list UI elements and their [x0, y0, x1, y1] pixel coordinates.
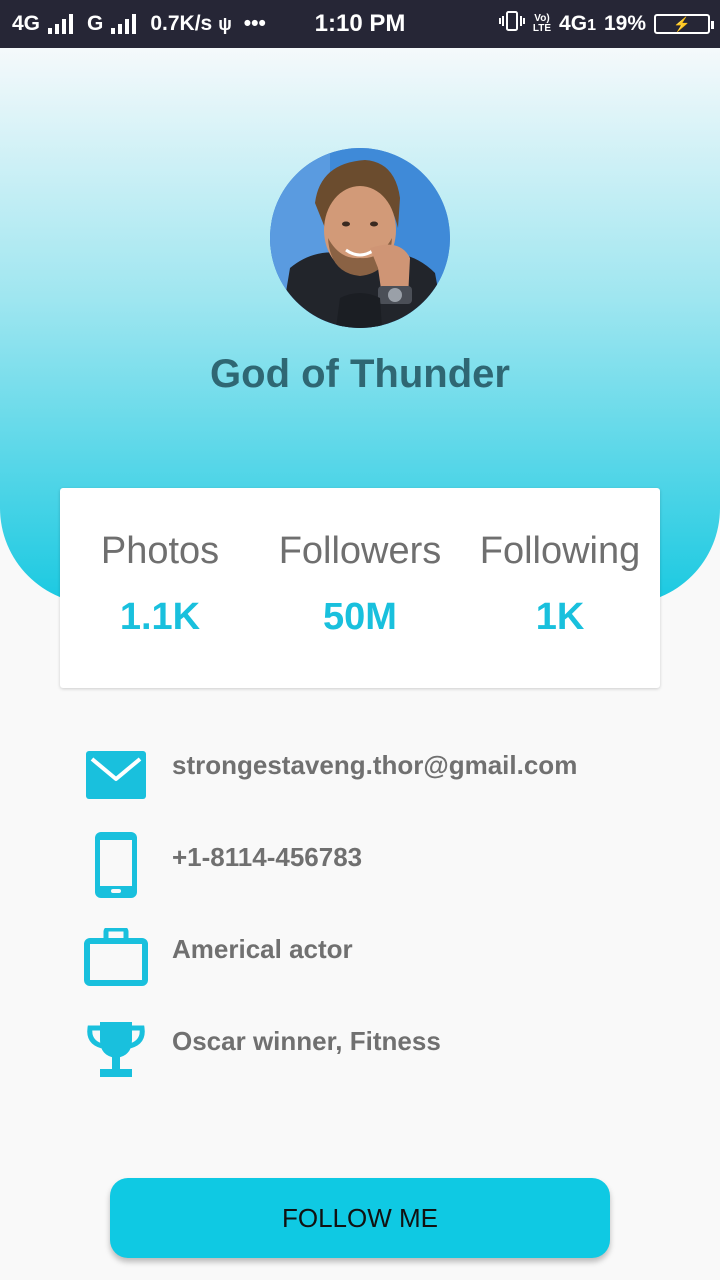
stat-label: Photos — [100, 530, 220, 572]
trophy-icon — [84, 1020, 148, 1090]
stat-value: 1K — [535, 596, 585, 638]
charging-bolt-icon: ⚡ — [673, 16, 691, 32]
occupation-text: Americal actor — [172, 934, 353, 964]
stat-label: Followers — [278, 530, 442, 572]
phone-text: +1-8114-456783 — [172, 842, 363, 872]
network-type-3: 4G1 — [559, 12, 596, 36]
network-type-3-label: 4G — [559, 12, 588, 35]
network-type-3-sub: 1 — [587, 17, 596, 34]
battery-percent: 19% — [603, 12, 646, 35]
info-row-occupation: Americal actor — [84, 926, 684, 998]
stat-photos[interactable]: Photos 1.1K — [60, 488, 260, 688]
stat-value: 1.1K — [119, 596, 201, 638]
volte-icon: Vo) LTE — [533, 14, 551, 34]
avatar-portrait-image — [270, 148, 450, 328]
follow-me-button[interactable]: FOLLOW ME — [110, 1178, 610, 1258]
volte-bottom: LTE — [532, 23, 552, 34]
stat-followers[interactable]: Followers 50M — [260, 488, 460, 688]
stats-card: Photos 1.1K Followers 50M Following 1K — [60, 488, 660, 688]
achievements-text: Oscar winner, Fitness — [172, 1026, 441, 1056]
info-row-achievements: Oscar winner, Fitness — [84, 1020, 684, 1090]
battery-icon: ⚡ — [654, 14, 714, 34]
stat-value: 50M — [323, 596, 397, 638]
info-row-phone: +1-8114-456783 — [84, 832, 684, 902]
briefcase-icon — [84, 926, 148, 998]
email-text: strongestaveng.thor@gmail.com — [172, 750, 578, 780]
profile-avatar[interactable] — [270, 148, 450, 328]
stat-following[interactable]: Following 1K — [460, 488, 660, 688]
profile-name: God of Thunder — [210, 352, 510, 396]
status-bar-right: Vo) LTE 4G1 19% ⚡ — [498, 0, 714, 48]
smartphone-icon — [84, 832, 148, 902]
info-row-email: strongestaveng.thor@gmail.com — [84, 748, 684, 818]
status-bar: 4G G 0.7K/s ψ ••• 1:10 PM Vo) LTE 4G1 19%… — [0, 0, 720, 48]
vibrate-icon — [498, 10, 525, 38]
envelope-icon — [84, 748, 148, 818]
stat-label: Following — [479, 530, 641, 572]
